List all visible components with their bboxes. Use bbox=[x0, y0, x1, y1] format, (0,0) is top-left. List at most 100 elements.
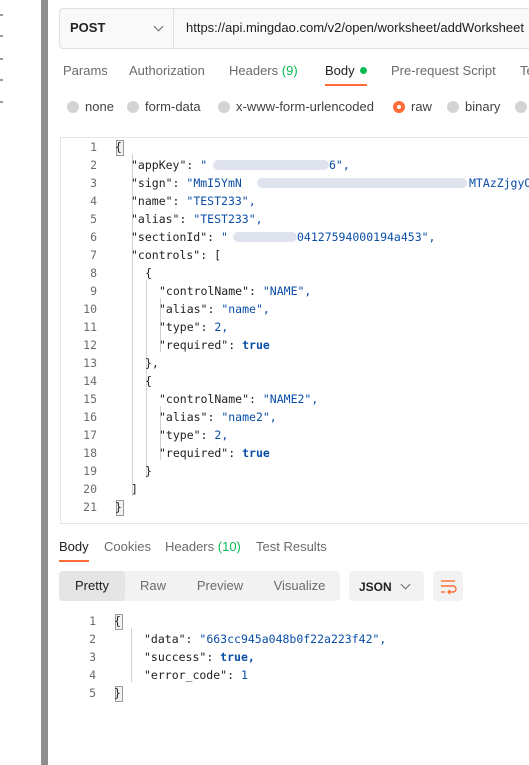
radio-circle bbox=[515, 101, 527, 113]
tab-label: Test Results bbox=[256, 539, 327, 554]
tab-label: Authorization bbox=[129, 63, 205, 78]
format-preview[interactable]: Preview bbox=[181, 571, 259, 601]
code-line: 3 "success": true, bbox=[60, 648, 529, 666]
json-key: "success" bbox=[144, 650, 207, 664]
code-text: "type": 2, bbox=[159, 320, 229, 334]
headers-count: (10) bbox=[217, 539, 241, 554]
panel-divider[interactable] bbox=[41, 0, 48, 765]
format-pretty[interactable]: Pretty bbox=[59, 571, 125, 601]
json-key: "name" bbox=[131, 194, 173, 208]
code-line: 12 "required": true bbox=[61, 336, 529, 354]
radio-circle bbox=[67, 101, 79, 113]
code-line: 2 "data": "663cc945a048b0f22a223f42", bbox=[60, 630, 529, 648]
response-tab-test-results[interactable]: Test Results bbox=[256, 539, 327, 554]
line-number: 10 bbox=[83, 302, 97, 316]
tab-label: Params bbox=[63, 63, 108, 78]
code-line: 6 "sectionId": " 04127594000194a453", bbox=[61, 228, 529, 246]
code-text: "sign": "MmI5YmN bbox=[131, 176, 242, 190]
radio-label: form-data bbox=[145, 99, 201, 114]
json-string: "MmI5YmN bbox=[186, 176, 242, 190]
response-body-viewer[interactable]: 1{ 2 "data": "663cc945a048b0f22a223f42", … bbox=[60, 612, 529, 712]
redacted-value bbox=[233, 232, 297, 242]
method-select[interactable]: POST bbox=[60, 9, 174, 48]
line-number: 15 bbox=[83, 392, 97, 406]
json-string: "TEST233", bbox=[193, 212, 263, 226]
code-text: { bbox=[114, 614, 121, 628]
request-body-editor[interactable]: 1{ 2 "appKey": " 6", 3 "sign": "MmI5YmN MTAz… bbox=[60, 137, 529, 524]
tab-label: Body bbox=[59, 539, 89, 554]
left-strip bbox=[0, 0, 41, 765]
code-line: 15 "controlName": "NAME2", bbox=[61, 390, 529, 408]
code-line: 17 "type": 2, bbox=[61, 426, 529, 444]
json-number: 2, bbox=[214, 320, 229, 334]
tab-params[interactable]: Params bbox=[63, 63, 108, 78]
method-label: POST bbox=[70, 20, 106, 35]
radio-label: none bbox=[85, 99, 114, 114]
line-number: 16 bbox=[83, 410, 97, 424]
code-text: } bbox=[114, 686, 121, 700]
json-key: "alias" bbox=[131, 212, 180, 226]
code-text: "alias": "name2", bbox=[159, 410, 277, 424]
tab-headers[interactable]: Headers (9) bbox=[229, 63, 298, 78]
radio-label: x-www-form-urlencoded bbox=[236, 99, 374, 114]
format-tabs: Pretty Raw Preview Visualize bbox=[59, 571, 340, 601]
json-boolean: true bbox=[242, 338, 270, 352]
format-raw[interactable]: Raw bbox=[125, 571, 181, 601]
headers-count: (9) bbox=[281, 63, 298, 78]
code-text: "required": true bbox=[159, 446, 270, 460]
format-select-label: JSON bbox=[359, 580, 392, 594]
json-string: "name", bbox=[221, 302, 270, 316]
format-visualize[interactable]: Visualize bbox=[259, 571, 340, 601]
response-tab-headers[interactable]: Headers (10) bbox=[165, 539, 241, 554]
strip-tick bbox=[0, 58, 3, 60]
json-string: 04127594000194a453", bbox=[297, 230, 436, 244]
line-number: 8 bbox=[90, 266, 97, 280]
code-line: 21} bbox=[61, 498, 529, 516]
code-text: "controlName": "NAME", bbox=[159, 284, 312, 298]
json-string: 6", bbox=[329, 158, 350, 172]
json-key: "sign" bbox=[131, 176, 173, 190]
tab-pre-request-script[interactable]: Pre-request Script bbox=[391, 63, 496, 78]
line-number: 7 bbox=[90, 248, 97, 262]
json-key: "data" bbox=[144, 632, 186, 646]
line-number: 12 bbox=[83, 338, 97, 352]
json-key: "controls" bbox=[131, 248, 201, 262]
strip-tick bbox=[0, 101, 3, 103]
code-text: "error_code": 1 bbox=[144, 668, 248, 682]
code-line: 20] bbox=[61, 480, 529, 498]
radio-circle bbox=[127, 101, 139, 113]
json-key: "controlName" bbox=[159, 392, 250, 406]
strip-tick bbox=[0, 79, 3, 81]
tab-label: Te bbox=[520, 63, 529, 78]
status-dot-icon bbox=[359, 67, 367, 74]
line-number: 20 bbox=[83, 482, 97, 496]
json-boolean: true, bbox=[220, 650, 255, 664]
response-tab-cookies[interactable]: Cookies bbox=[104, 539, 151, 554]
response-format-select[interactable]: JSON bbox=[349, 571, 424, 601]
json-key: "error_code" bbox=[144, 668, 228, 682]
tab-body[interactable]: Body bbox=[325, 63, 367, 86]
url-input[interactable]: https://api.mingdao.com/v2/open/workshee… bbox=[186, 20, 524, 35]
code-text: "name": "TEST233", bbox=[131, 194, 256, 208]
code-text: { bbox=[145, 266, 152, 280]
tab-tests[interactable]: Te bbox=[520, 63, 529, 78]
code-text: } bbox=[145, 464, 152, 478]
json-key: "type" bbox=[159, 320, 201, 334]
code-text: "alias": "name", bbox=[159, 302, 270, 316]
code-text: "sectionId": " bbox=[131, 230, 228, 244]
line-number: 19 bbox=[83, 464, 97, 478]
json-key: "sectionId" bbox=[131, 230, 208, 244]
code-line: 11 "type": 2, bbox=[61, 318, 529, 336]
json-boolean: true bbox=[242, 446, 270, 460]
code-line: 18 "required": true bbox=[61, 444, 529, 462]
request-bar: POST https://api.mingdao.com/v2/open/wor… bbox=[59, 8, 529, 49]
wrap-lines-button[interactable] bbox=[433, 571, 463, 601]
code-text: }, bbox=[145, 356, 159, 370]
tab-label: Headers bbox=[229, 63, 279, 78]
tab-authorization[interactable]: Authorization bbox=[129, 63, 205, 78]
line-number: 14 bbox=[83, 374, 97, 388]
code-line: 2 "appKey": " 6", bbox=[61, 156, 529, 174]
code-text: ] bbox=[131, 482, 138, 496]
response-tab-body[interactable]: Body bbox=[59, 539, 89, 562]
code-line: 5} bbox=[60, 684, 529, 702]
